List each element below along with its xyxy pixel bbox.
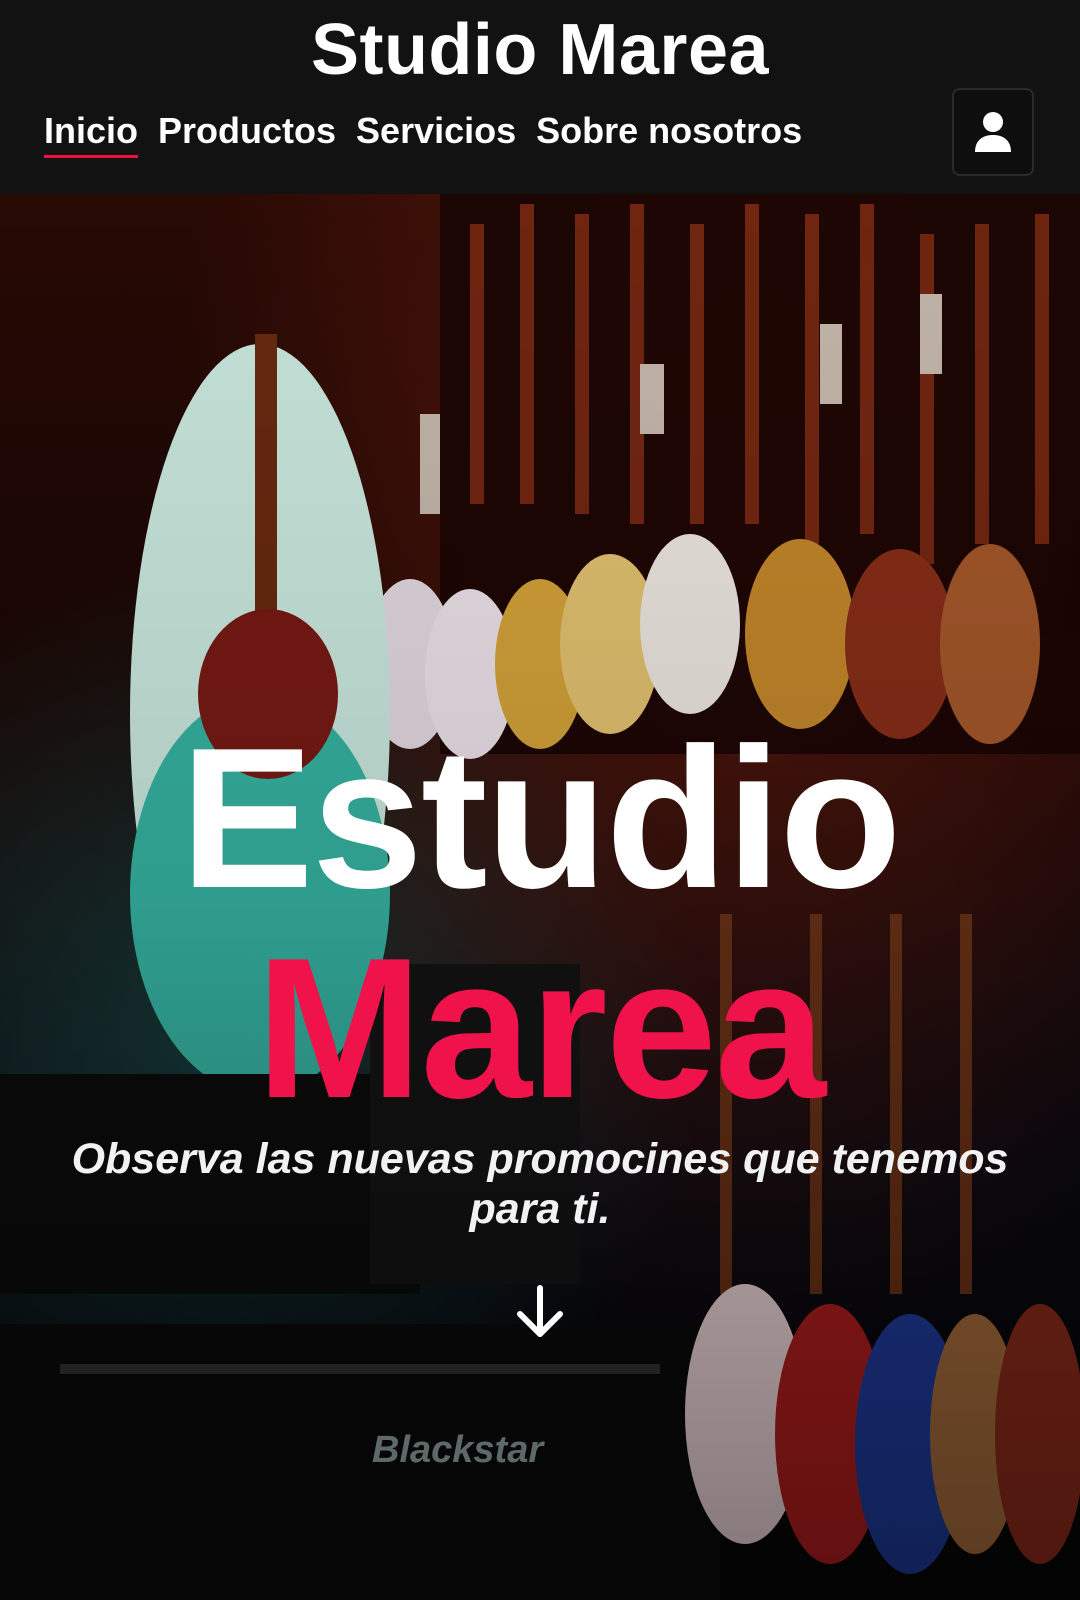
hero-subtitle: Observa las nuevas promocines que tenemo… xyxy=(71,1135,1009,1233)
nav-item-productos[interactable]: Productos xyxy=(158,104,336,158)
site-header: Studio Marea Inicio Productos Servicios … xyxy=(0,0,1080,194)
nav-item-servicios[interactable]: Servicios xyxy=(356,104,516,158)
user-icon xyxy=(975,112,1011,152)
user-account-button[interactable] xyxy=(952,88,1034,176)
nav-item-sobre-nosotros[interactable]: Sobre nosotros xyxy=(536,104,802,158)
main-nav: Inicio Productos Servicios Sobre nosotro… xyxy=(44,104,802,158)
arrow-down-icon[interactable] xyxy=(510,1282,570,1342)
hero-section: Blackstar Estudio Marea Observa las nuev… xyxy=(0,194,1080,1600)
hero-title-line1: Estudio xyxy=(180,707,901,930)
nav-item-inicio[interactable]: Inicio xyxy=(44,104,139,158)
hero-title-line2: Marea xyxy=(255,917,826,1140)
site-brand[interactable]: Studio Marea xyxy=(0,8,1080,92)
